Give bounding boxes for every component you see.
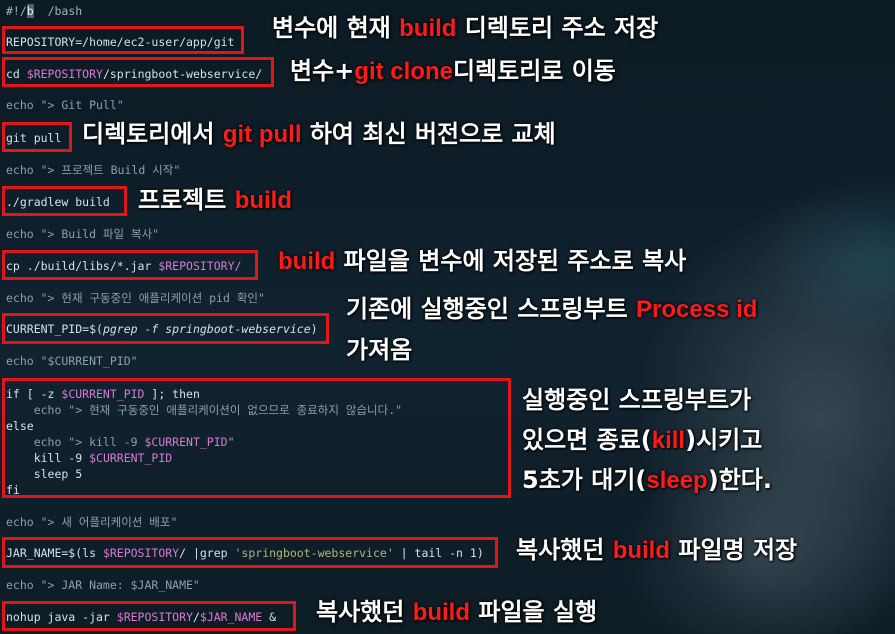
shebang-line: #!/b /bash <box>6 4 83 18</box>
echo-current-pid-line: echo "$CURRENT_PID" <box>6 354 138 368</box>
echo-copy-line: echo "> Build 파일 복사" <box>6 227 160 241</box>
annotation-cd: 변수+git clone디렉토리로 이동 <box>290 57 616 85</box>
echo-jar-name-line: echo "> JAR Name: $JAR_NAME" <box>6 578 200 592</box>
text-selection: b <box>26 4 34 18</box>
annotation-process-id: 기존에 실행중인 스프링부트 Process id <box>346 295 758 323</box>
echo-deploy-line: echo "> 새 어플리케이션 배포" <box>6 515 178 529</box>
annotation-nohup: 복사했던 build 파일을 실행 <box>316 598 598 626</box>
echo-git-pull-line: echo "> Git Pull" <box>6 98 124 112</box>
highlight-box-nohup <box>2 601 296 631</box>
highlight-box-if-block <box>2 378 511 498</box>
annotation-repository: 변수에 현재 build 디렉토리 주소 저장 <box>272 14 659 42</box>
annotation-kill-line2: 있으면 종료(kill)시키고 <box>522 426 763 454</box>
highlight-box-cd <box>2 57 274 87</box>
highlight-box-current-pid <box>2 313 329 344</box>
highlight-box-git-pull <box>2 122 72 152</box>
highlight-box-repository <box>2 26 244 54</box>
annotation-kill-line3: 5초가 대기(sleep)한다. <box>522 466 772 494</box>
annotation-build: 프로젝트 build <box>138 186 293 214</box>
echo-build-start-line: echo "> 프로젝트 Build 시작" <box>6 163 181 177</box>
annotation-git-pull: 디렉토리에서 git pull 하여 최신 버전으로 교체 <box>82 120 556 148</box>
annotation-copy: build 파일을 변수에 저장된 주소로 복사 <box>278 247 687 275</box>
highlight-box-cp <box>2 250 258 280</box>
highlight-box-jar-name <box>2 537 498 568</box>
highlight-box-gradlew <box>2 186 127 216</box>
annotation-jar-name: 복사했던 build 파일명 저장 <box>516 536 798 564</box>
echo-check-pid-line: echo "> 현재 구동중인 애플리케이션 pid 확인" <box>6 291 265 305</box>
annotation-process-id-line2: 가져옴 <box>346 336 413 364</box>
annotation-kill-line1: 실행중인 스프링부트가 <box>522 386 752 414</box>
